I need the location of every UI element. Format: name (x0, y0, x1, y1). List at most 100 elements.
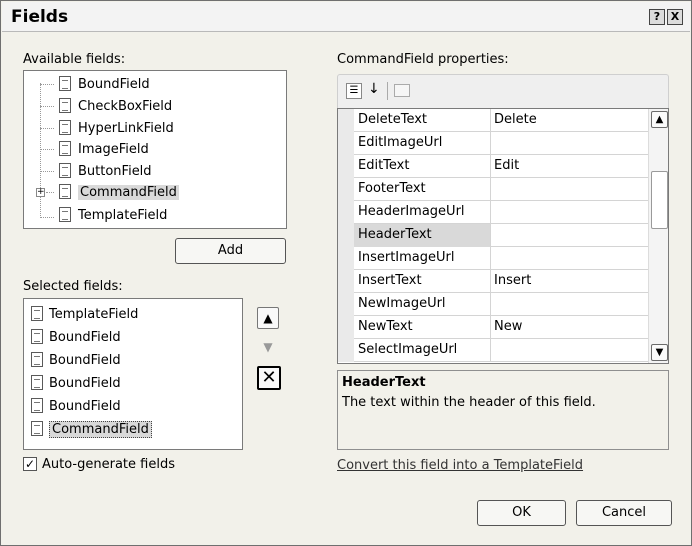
selected-item-label: BoundField (49, 398, 121, 414)
property-row[interactable]: InsertImageUrl (338, 247, 648, 270)
row-gutter (338, 293, 354, 316)
expand-icon[interactable]: + (36, 188, 45, 197)
property-name: SelectImageUrl (358, 342, 458, 357)
available-fields-tree[interactable]: BoundField CheckBoxField HyperLinkField … (23, 70, 287, 229)
categorized-icon[interactable]: ☰ (346, 83, 362, 99)
property-name: InsertImageUrl (358, 250, 455, 265)
command-field-icon (56, 183, 74, 201)
move-down-button[interactable]: ▼ (257, 336, 279, 358)
property-pages-icon[interactable] (394, 84, 410, 97)
row-gutter (338, 316, 354, 339)
available-item-boundfield[interactable]: BoundField (56, 74, 150, 94)
hyperlink-field-icon (56, 119, 74, 137)
property-description-panel: HeaderText The text within the header of… (337, 370, 669, 450)
column-divider (490, 247, 491, 270)
checkmark-icon: ✓ (24, 457, 36, 471)
column-divider (490, 178, 491, 201)
cancel-button[interactable]: Cancel (576, 500, 672, 526)
chevron-down-icon: ▼ (655, 347, 664, 358)
column-divider (490, 316, 491, 339)
property-row[interactable]: InsertText Insert (338, 270, 648, 293)
selected-item-commandfield[interactable]: CommandField (28, 418, 152, 440)
property-value[interactable]: New (494, 319, 522, 334)
available-fields-label: Available fields: (23, 52, 126, 67)
fields-dialog: Fields ? X Available fields: BoundField … (0, 0, 692, 546)
property-name: EditText (358, 158, 410, 173)
property-name: InsertText (358, 273, 422, 288)
row-gutter (338, 132, 354, 155)
property-name: FooterText (358, 181, 426, 196)
property-row[interactable]: HeaderImageUrl (338, 201, 648, 224)
column-divider (490, 132, 491, 155)
description-title: HeaderText (342, 375, 426, 390)
selected-item-boundfield[interactable]: BoundField (28, 395, 121, 417)
available-item-hyperlinkfield[interactable]: HyperLinkField (56, 118, 174, 138)
template-field-icon (28, 305, 46, 323)
selected-item-label: TemplateField (49, 306, 139, 322)
auto-generate-label: Auto-generate fields (42, 457, 175, 472)
tree-connector (40, 128, 54, 129)
available-item-label: CheckBoxField (78, 98, 173, 114)
property-row[interactable]: DeleteText Delete (338, 109, 648, 132)
selected-fields-list[interactable]: TemplateField BoundField BoundField Boun… (23, 298, 243, 450)
selected-item-boundfield[interactable]: BoundField (28, 349, 121, 371)
available-item-label: BoundField (78, 76, 150, 92)
delete-field-button[interactable]: ✕ (257, 366, 281, 390)
selected-item-label: BoundField (49, 329, 121, 345)
bound-field-icon (28, 351, 46, 369)
title-bar[interactable]: Fields ? X (2, 2, 690, 32)
add-button[interactable]: Add (175, 238, 286, 264)
scroll-thumb[interactable] (651, 171, 668, 229)
selected-item-label: BoundField (49, 375, 121, 391)
bound-field-icon (28, 397, 46, 415)
command-field-icon (28, 420, 46, 438)
property-value[interactable]: Delete (494, 112, 537, 127)
property-value[interactable]: Edit (494, 158, 519, 173)
selected-item-label: CommandField (49, 420, 152, 438)
selected-item-templatefield[interactable]: TemplateField (28, 303, 138, 325)
alphabetical-sort-icon[interactable]: ↓ (368, 81, 380, 97)
property-grid-scrollbar[interactable]: ▲ ▼ (648, 109, 668, 363)
property-name: HeaderImageUrl (358, 204, 465, 219)
available-item-templatefield[interactable]: TemplateField (56, 205, 167, 225)
selected-item-label: BoundField (49, 352, 121, 368)
properties-label: CommandField properties: (337, 52, 509, 67)
auto-generate-checkbox[interactable]: ✓ (23, 457, 37, 471)
available-item-buttonfield[interactable]: ButtonField (56, 161, 152, 181)
dialog-title: Fields (11, 7, 69, 27)
convert-to-templatefield-link[interactable]: Convert this field into a TemplateField (337, 458, 583, 473)
available-item-checkboxfield[interactable]: CheckBoxField (56, 96, 172, 116)
property-grid[interactable]: DeleteText Delete EditImageUrl EditText … (337, 108, 669, 364)
description-text: The text within the header of this field… (342, 395, 596, 410)
template-field-icon (56, 206, 74, 224)
help-button[interactable]: ? (649, 9, 665, 25)
close-button[interactable]: X (667, 9, 683, 25)
selected-fields-label: Selected fields: (23, 279, 123, 294)
property-row[interactable]: FooterText (338, 178, 648, 201)
column-divider (490, 155, 491, 178)
properties-toolbar: ☰ ↓ (337, 74, 669, 108)
selected-item-boundfield[interactable]: BoundField (28, 326, 121, 348)
button-field-icon (56, 162, 74, 180)
move-up-button[interactable]: ▲ (257, 307, 279, 329)
property-row[interactable]: NewText New (338, 316, 648, 339)
tree-connector (40, 83, 41, 218)
property-value[interactable]: Insert (494, 273, 531, 288)
property-name: DeleteText (358, 112, 428, 127)
column-divider (490, 293, 491, 316)
property-row[interactable]: EditText Edit (338, 155, 648, 178)
scroll-down-button[interactable]: ▼ (651, 344, 668, 361)
column-divider (490, 270, 491, 293)
tree-connector (40, 106, 54, 107)
property-name: EditImageUrl (358, 135, 443, 150)
ok-button[interactable]: OK (477, 500, 566, 526)
property-row[interactable]: SelectImageUrl (338, 339, 648, 362)
available-item-imagefield[interactable]: ImageField (56, 139, 149, 159)
arrow-down-icon: ▼ (263, 340, 273, 354)
available-item-commandfield[interactable]: CommandField (56, 182, 179, 202)
selected-item-boundfield[interactable]: BoundField (28, 372, 121, 394)
property-row[interactable]: NewImageUrl (338, 293, 648, 316)
scroll-up-button[interactable]: ▲ (651, 111, 668, 128)
property-row-selected[interactable]: HeaderText (338, 224, 648, 247)
property-row[interactable]: EditImageUrl (338, 132, 648, 155)
